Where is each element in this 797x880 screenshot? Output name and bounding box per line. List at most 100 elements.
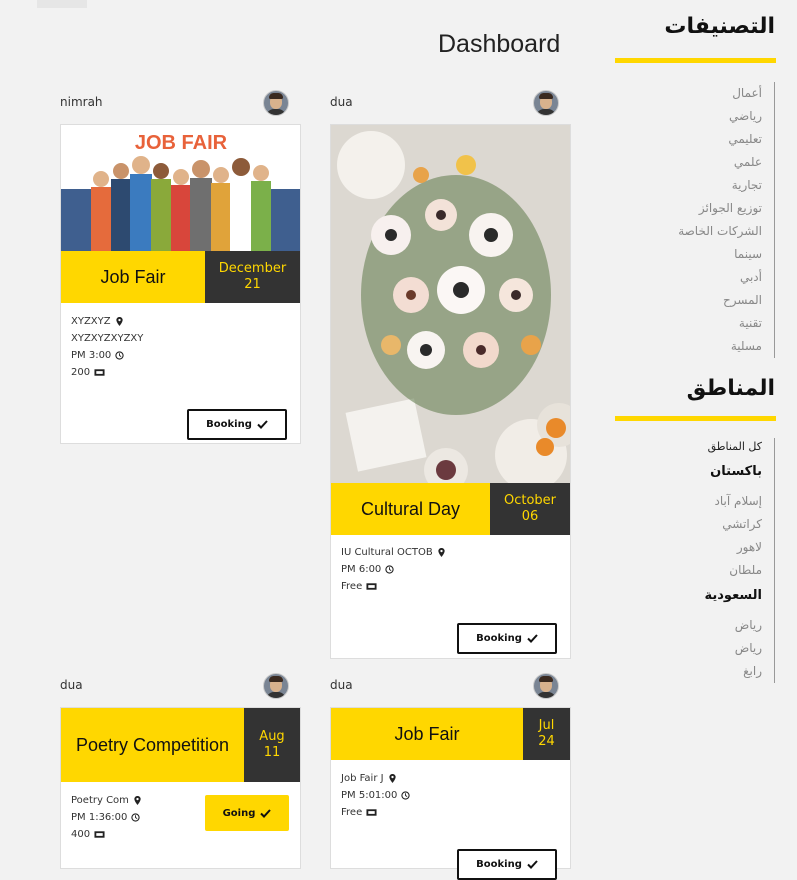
event-date-day: 24: [538, 734, 555, 749]
event-image: JOB FAIR: [61, 125, 300, 251]
categories-underline: [615, 58, 776, 63]
event-price: 200: [71, 367, 91, 378]
categories-heading: التصنيفات: [664, 14, 775, 39]
event-price: Free: [341, 581, 363, 592]
category-item[interactable]: مسلية: [678, 335, 762, 358]
event-location: Poetry Com: [71, 795, 129, 806]
event-banner: Cultural Day October 06: [331, 483, 570, 535]
event-title[interactable]: Cultural Day: [331, 483, 490, 535]
page-title: Dashboard: [438, 30, 561, 58]
ticket-icon: [366, 583, 377, 590]
check-icon: [527, 860, 538, 869]
event-banner: Poetry Competition Aug 11: [61, 708, 300, 782]
clock-icon: [115, 351, 124, 360]
card-author[interactable]: dua: [330, 95, 353, 109]
author-avatar[interactable]: [533, 90, 559, 116]
categories-list: أعمال رياضي تعليمي علمي تجارية توزيع الج…: [678, 82, 775, 358]
booking-button-label: Booking: [476, 859, 522, 870]
card-author[interactable]: dua: [330, 678, 353, 692]
regions-list: كل المناطق باكستان إسلام آباد كراتشي لاه…: [705, 438, 775, 683]
region-group-saudi[interactable]: السعودية: [705, 586, 763, 606]
event-price: 400: [71, 829, 91, 840]
card-author[interactable]: dua: [60, 678, 83, 692]
category-item[interactable]: تقنية: [678, 312, 762, 335]
region-city[interactable]: رابغ: [705, 660, 762, 683]
check-icon: [260, 808, 272, 818]
booking-button-label: Booking: [206, 419, 252, 430]
event-card[interactable]: JOB FAIR Job Fair December 21 XYZXYZ XYZ…: [60, 124, 301, 444]
check-icon: [527, 634, 538, 643]
booking-button[interactable]: Booking: [187, 409, 287, 440]
event-date-day: 06: [521, 509, 539, 524]
event-date: October 06: [490, 483, 570, 535]
category-item[interactable]: أعمال: [678, 82, 762, 105]
region-all[interactable]: كل المناطق: [705, 438, 762, 456]
event-address: XYZXYZXYZXY: [71, 333, 144, 344]
event-card[interactable]: Cultural Day October 06 IU Cultural OCTO…: [330, 124, 571, 659]
event-title[interactable]: Poetry Competition: [61, 708, 244, 782]
event-info: IU Cultural OCTOB PM 6:00 Free: [341, 544, 446, 595]
top-tab-stub: [37, 0, 87, 8]
category-item[interactable]: توزيع الجوائز: [678, 197, 762, 220]
category-item[interactable]: علمي: [678, 151, 762, 174]
going-button[interactable]: Going: [205, 795, 289, 831]
booking-button[interactable]: Booking: [457, 849, 557, 880]
region-city[interactable]: رياض: [705, 637, 762, 660]
event-date-month: October: [503, 493, 557, 508]
event-time: PM 1:36:00: [71, 812, 128, 823]
category-item[interactable]: رياضي: [678, 105, 762, 128]
clock-icon: [401, 791, 411, 800]
category-item[interactable]: تجارية: [678, 174, 762, 197]
ticket-icon: [94, 369, 105, 376]
event-banner: Job Fair December 21: [61, 251, 300, 303]
region-city[interactable]: رياض: [705, 614, 762, 637]
event-card[interactable]: Poetry Competition Aug 11 Poetry Com PM …: [60, 707, 301, 869]
event-date-month: Jul: [538, 718, 555, 733]
category-item[interactable]: المسرح: [678, 289, 762, 312]
event-image: [331, 125, 570, 483]
region-city[interactable]: ملطان: [705, 559, 762, 582]
author-avatar[interactable]: [533, 673, 559, 699]
author-avatar[interactable]: [263, 90, 289, 116]
event-info: Job Fair J PM 5:01:00 Free: [341, 770, 411, 821]
category-item[interactable]: أدبي: [678, 266, 762, 289]
event-date-day: 21: [244, 277, 261, 292]
event-location: IU Cultural OCTOB: [341, 547, 433, 558]
event-price: Free: [341, 807, 363, 818]
region-city[interactable]: لاهور: [705, 536, 762, 559]
region-city[interactable]: إسلام آباد: [705, 490, 762, 513]
event-title[interactable]: Job Fair: [61, 251, 205, 303]
card-author[interactable]: nimrah: [60, 95, 103, 109]
booking-button[interactable]: Booking: [457, 623, 557, 654]
region-group-pakistan[interactable]: باكستان: [705, 462, 762, 482]
event-date-month: Aug: [259, 729, 285, 744]
author-avatar[interactable]: [263, 673, 289, 699]
event-location: XYZXYZ: [71, 316, 111, 327]
region-city[interactable]: كراتشي: [705, 513, 762, 536]
event-title[interactable]: Job Fair: [331, 708, 523, 760]
category-item[interactable]: تعليمي: [678, 128, 762, 151]
event-info: XYZXYZ XYZXYZXYZXY PM 3:00 200: [71, 313, 143, 381]
event-banner: Job Fair Jul 24: [331, 708, 570, 760]
event-date: Jul 24: [523, 708, 570, 760]
event-time: PM 3:00: [71, 350, 112, 361]
ticket-icon: [94, 831, 105, 838]
booking-button-label: Booking: [476, 633, 522, 644]
map-pin-icon: [134, 796, 141, 805]
event-time: PM 5:01:00: [341, 790, 398, 801]
ticket-icon: [366, 809, 377, 816]
event-time: PM 6:00: [341, 564, 382, 575]
check-icon: [257, 420, 268, 429]
clock-icon: [131, 813, 141, 822]
map-pin-icon: [115, 317, 123, 326]
event-info: Poetry Com PM 1:36:00 400: [71, 792, 142, 843]
event-date-month: December: [218, 261, 287, 276]
map-pin-icon: [388, 774, 396, 783]
category-item[interactable]: الشركات الخاصة: [678, 220, 762, 243]
regions-underline: [615, 416, 776, 421]
clock-icon: [385, 565, 394, 574]
event-card[interactable]: Job Fair Jul 24 Job Fair J PM 5:01:00 Fr…: [330, 707, 571, 880]
map-pin-icon: [438, 548, 445, 557]
category-item[interactable]: سينما: [678, 243, 762, 266]
job-fair-art-text: JOB FAIR: [135, 132, 228, 154]
